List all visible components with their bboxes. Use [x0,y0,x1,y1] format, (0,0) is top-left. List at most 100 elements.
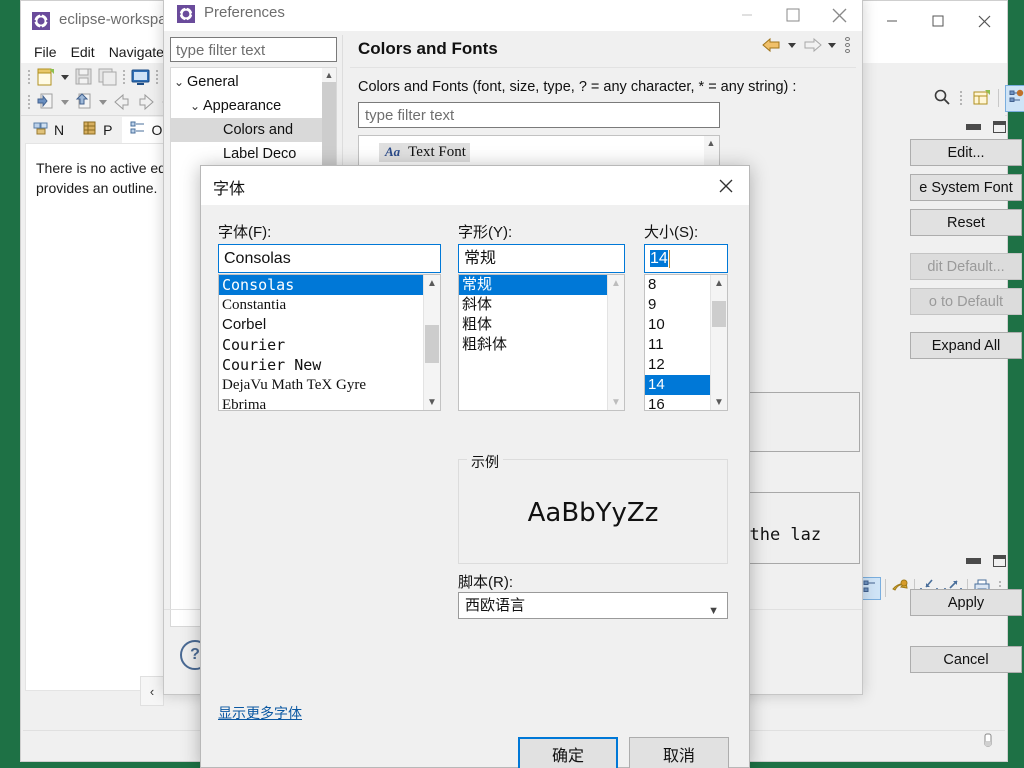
forward-arrow-icon[interactable] [802,37,822,53]
reset-button[interactable]: Reset [910,209,1022,236]
show-more-fonts-link[interactable]: 显示更多字体 [218,703,302,723]
font-family-input[interactable]: Consolas [218,244,441,273]
scroll-up-icon[interactable]: ▲ [424,275,440,291]
list-item[interactable]: Corbel [219,315,424,335]
search-icon[interactable] [933,88,951,109]
list-item[interactable]: Courier [219,335,424,355]
list-item[interactable]: 16 [645,395,711,410]
list-item[interactable]: Consolas [219,275,424,295]
eclipse-close-button[interactable] [961,1,1007,41]
font-size-input[interactable]: 14 [644,244,728,273]
font-style-input[interactable]: 常规 [458,244,625,273]
save-all-icon[interactable] [97,66,119,88]
debug-icon[interactable] [35,91,57,113]
back-arrow-icon[interactable] [762,37,782,53]
list-item[interactable]: 9 [645,295,711,315]
list-item[interactable]: Constantia [219,295,424,315]
use-system-font-button[interactable]: e System Font [910,174,1022,201]
toolbar-drag-handle-3[interactable] [155,68,160,86]
tree-item-colors-and-fonts[interactable]: Colors and [171,118,322,142]
hierarchy-icon[interactable] [861,576,881,600]
save-icon[interactable] [73,66,95,88]
scroll-up-icon[interactable]: ▲ [608,275,624,291]
scroll-up-icon-2[interactable]: ▲ [704,136,718,150]
expand-all-button[interactable]: Expand All [910,332,1022,359]
cancel-button[interactable]: Cancel [910,646,1022,673]
toolbar-drag-handle-4[interactable] [27,93,32,111]
scroll-thumb[interactable] [425,325,439,363]
maximize-view-icon-2[interactable] [993,555,1006,567]
edit-default-button[interactable]: dit Default... [910,253,1022,280]
forward-dropdown-icon[interactable] [828,42,836,48]
edit-button[interactable]: Edit... [910,139,1022,166]
tree-item-general[interactable]: ⌄ General [171,70,322,94]
list-item[interactable]: 粗斜体 [459,335,608,355]
preferences-maximize-button[interactable] [770,0,816,31]
toolbar-drag-handle-1[interactable] [27,68,32,86]
list-item[interactable]: DejaVu Math TeX Gyre [219,375,424,395]
java-perspective-icon[interactable] [1005,84,1024,112]
run-dropdown-icon[interactable] [99,99,107,105]
toolbar-drag-handle-2[interactable] [122,68,127,86]
view-tab-package-explorer[interactable]: N [25,117,74,143]
list-item[interactable]: 8 [645,275,711,295]
list-item[interactable]: 12 [645,355,711,375]
view-menu-icon[interactable] [842,37,852,53]
forward-history-icon[interactable] [135,91,157,113]
script-select[interactable]: 西欧语言 ▼ [458,592,728,619]
list-item[interactable]: 10 [645,315,711,335]
scroll-down-icon[interactable]: ▼ [711,394,727,410]
twisty-expanded-icon-2[interactable]: ⌄ [187,99,203,113]
tree-item-appearance[interactable]: ⌄ Appearance [171,94,322,118]
back-dropdown-icon[interactable] [788,42,796,48]
menu-navigate[interactable]: Navigate [102,43,171,61]
scroll-down-icon[interactable]: ▼ [424,394,440,410]
list-item[interactable]: 11 [645,335,711,355]
font-style-scrollbar[interactable]: ▲ ▼ [607,275,624,410]
link-editor-icon[interactable] [890,577,910,600]
run-icon[interactable] [73,91,95,113]
maximize-view-icon[interactable] [993,121,1006,133]
new-perspective-icon[interactable] [972,87,992,110]
minimize-view-icon-2[interactable] [966,558,981,564]
tree-item-text-font[interactable]: Aa Text Font [359,140,719,164]
back-history-icon[interactable] [111,91,133,113]
list-item[interactable]: Courier New [219,355,424,375]
go-to-default-button[interactable]: o to Default [910,288,1022,315]
new-wizard-icon[interactable] [35,66,57,88]
font-style-list[interactable]: 常规 斜体 粗体 粗斜体 ▲ ▼ [458,274,625,411]
tree-item-label-decorations[interactable]: Label Deco [171,142,322,166]
eclipse-minimize-button[interactable] [869,1,915,41]
list-item[interactable]: Ebrima [219,395,424,410]
font-family-list[interactable]: Consolas Constantia Corbel Courier Couri… [218,274,441,411]
list-item[interactable]: 斜体 [459,295,608,315]
scroll-thumb[interactable] [712,301,726,327]
font-dialog-cancel-button[interactable]: 取消 [629,737,729,768]
page-filter-input[interactable]: type filter text [358,102,720,128]
apply-button[interactable]: Apply [910,589,1022,616]
preferences-filter-input[interactable]: type filter text [170,37,337,62]
view-tab-project-explorer[interactable]: P [74,117,122,143]
eclipse-maximize-button[interactable] [915,1,961,41]
preferences-minimize-button[interactable] [724,0,770,31]
console-icon[interactable] [130,66,152,88]
list-item[interactable]: 常规 [459,275,608,295]
scroll-up-icon[interactable]: ▲ [322,68,336,82]
font-size-list[interactable]: 8 9 10 11 12 14 16 ▲ ▼ [644,274,728,411]
scroll-down-icon[interactable]: ▼ [608,394,624,410]
close-icon[interactable] [703,166,749,205]
debug-dropdown-icon[interactable] [61,99,69,105]
font-size-scrollbar[interactable]: ▲ ▼ [710,275,727,410]
preferences-close-button[interactable] [816,0,862,31]
menu-edit[interactable]: Edit [64,43,102,61]
scroll-up-icon[interactable]: ▲ [711,275,727,291]
minimize-view-icon[interactable] [966,124,981,130]
twisty-expanded-icon[interactable]: ⌄ [171,75,187,89]
list-item[interactable]: 14 [645,375,711,395]
new-wizard-dropdown-icon[interactable] [61,74,69,80]
toolbar-drag-handle-right[interactable] [959,89,964,107]
ok-button[interactable]: 确定 [518,737,618,768]
list-item[interactable]: 粗体 [459,315,608,335]
font-family-scrollbar[interactable]: ▲ ▼ [423,275,440,410]
menu-file[interactable]: File [27,43,64,61]
